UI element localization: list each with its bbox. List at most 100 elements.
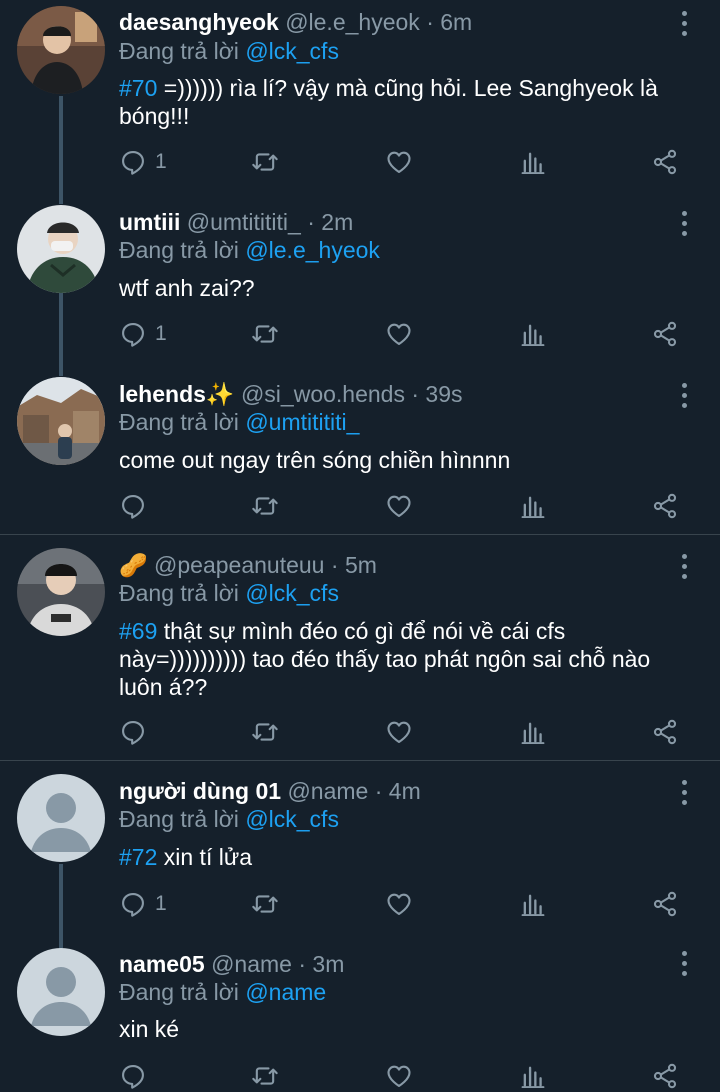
reply-mention-link[interactable]: @lck_cfs	[245, 580, 339, 606]
avatar[interactable]	[17, 948, 105, 1036]
reply-thread-feed: daesanghyeok @le.e_hyeok · 6m Đang trả l…	[0, 0, 720, 1092]
avatar[interactable]	[17, 6, 105, 94]
tweet-text: #69 thật sự mình đéo có gì để nói về cái…	[119, 617, 689, 701]
reply-button[interactable]	[119, 490, 155, 522]
tweet[interactable]: lehends✨ @si_woo.hends · 39s Đang trả lờ…	[0, 360, 720, 534]
reply-mention-link[interactable]: @le.e_hyeok	[245, 237, 380, 263]
share-button[interactable]	[651, 490, 679, 522]
action-bar	[119, 716, 699, 748]
share-button[interactable]	[651, 318, 679, 350]
more-options-icon[interactable]	[674, 5, 694, 41]
reply-mention-link[interactable]: @umtitititi_	[245, 409, 359, 435]
action-bar: 1	[119, 146, 699, 178]
retweet-button[interactable]	[251, 146, 279, 178]
share-button[interactable]	[651, 716, 679, 748]
thread-line	[59, 188, 63, 204]
more-options-icon[interactable]	[674, 377, 694, 413]
like-button[interactable]	[385, 318, 413, 350]
like-button[interactable]	[385, 146, 413, 178]
tweet[interactable]: người dùng 01 @name · 4m Đang trả lời @l…	[0, 761, 720, 933]
share-button[interactable]	[651, 1060, 679, 1092]
timestamp[interactable]: 3m	[312, 951, 344, 977]
display-name[interactable]: name05	[119, 951, 205, 977]
separator-dot: ·	[307, 209, 315, 235]
reply-prefix: Đang trả lời	[119, 38, 239, 64]
user-handle[interactable]: @le.e_hyeok	[285, 9, 420, 35]
avatar[interactable]	[17, 774, 105, 862]
reply-icon	[119, 148, 147, 176]
tweet[interactable]: daesanghyeok @le.e_hyeok · 6m Đang trả l…	[0, 0, 720, 188]
stats-button[interactable]	[519, 888, 547, 920]
stats-icon	[519, 718, 547, 746]
reply-button[interactable]: 1	[119, 146, 167, 178]
timestamp[interactable]: 4m	[389, 778, 421, 804]
retweet-icon	[251, 1062, 279, 1090]
display-name[interactable]: lehends	[119, 381, 206, 407]
user-handle[interactable]: @si_woo.hends	[241, 381, 405, 407]
tweet[interactable]: umtiii @umtitititi_ · 2m Đang trả lời @l…	[0, 188, 720, 360]
like-button[interactable]	[385, 888, 413, 920]
tweet-text: come out ngay trên sóng chiền hìnnnn	[119, 446, 689, 474]
more-options-icon[interactable]	[674, 205, 694, 241]
reply-mention-link[interactable]: @lck_cfs	[245, 38, 339, 64]
replying-to: Đang trả lời @lck_cfs	[119, 35, 339, 67]
reply-count: 1	[155, 150, 167, 173]
share-button[interactable]	[651, 888, 679, 920]
user-handle[interactable]: @peapeanuteuu	[154, 552, 324, 578]
reply-button[interactable]: 1	[119, 888, 167, 920]
hashtag-link[interactable]: #72	[119, 844, 157, 870]
stats-button[interactable]	[519, 318, 547, 350]
user-handle[interactable]: @name	[287, 778, 368, 804]
replying-to: Đang trả lời @lck_cfs	[119, 803, 339, 835]
reply-button[interactable]: 1	[119, 318, 167, 350]
tweet-header: daesanghyeok @le.e_hyeok · 6m	[119, 6, 660, 38]
retweet-icon	[251, 148, 279, 176]
hashtag-link[interactable]: #69	[119, 618, 157, 644]
display-name[interactable]: người dùng 01	[119, 778, 281, 804]
retweet-button[interactable]	[251, 888, 279, 920]
stats-button[interactable]	[519, 716, 547, 748]
reply-mention-link[interactable]: @name	[245, 979, 326, 1005]
avatar[interactable]	[17, 205, 105, 293]
reply-prefix: Đang trả lời	[119, 580, 239, 606]
stats-button[interactable]	[519, 146, 547, 178]
timestamp[interactable]: 2m	[321, 209, 353, 235]
stats-button[interactable]	[519, 1060, 547, 1092]
sparkles-icon: ✨	[205, 381, 235, 407]
like-button[interactable]	[385, 716, 413, 748]
user-handle[interactable]: @umtitititi_	[187, 209, 301, 235]
avatar[interactable]	[17, 548, 105, 636]
avatar[interactable]	[17, 377, 105, 465]
display-name[interactable]: umtiii	[119, 209, 180, 235]
reply-icon	[119, 1062, 147, 1090]
display-name[interactable]: daesanghyeok	[119, 9, 279, 35]
tweet[interactable]: name05 @name · 3m Đang trả lời @name xin…	[0, 933, 720, 1092]
separator-dot: ·	[411, 381, 420, 407]
retweet-button[interactable]	[251, 490, 279, 522]
timestamp[interactable]: 5m	[345, 552, 377, 578]
retweet-button[interactable]	[251, 716, 279, 748]
timestamp[interactable]: 39s	[425, 381, 462, 407]
reply-button[interactable]	[119, 716, 155, 748]
share-button[interactable]	[651, 146, 679, 178]
timestamp[interactable]: 6m	[440, 9, 472, 35]
action-bar: 1	[119, 888, 699, 920]
replying-to: Đang trả lời @lck_cfs	[119, 577, 339, 609]
tweet[interactable]: 🥜 @peapeanuteuu · 5m Đang trả lời @lck_c…	[0, 535, 720, 760]
more-options-icon[interactable]	[674, 774, 694, 810]
hashtag-link[interactable]: #70	[119, 75, 157, 101]
like-button[interactable]	[385, 490, 413, 522]
default-avatar-icon	[17, 774, 105, 862]
more-options-icon[interactable]	[674, 945, 694, 981]
reply-mention-link[interactable]: @lck_cfs	[245, 806, 339, 832]
like-button[interactable]	[385, 1060, 413, 1092]
user-handle[interactable]: @name	[211, 951, 292, 977]
more-options-icon[interactable]	[674, 548, 694, 584]
thread-line	[59, 864, 63, 933]
retweet-button[interactable]	[251, 318, 279, 350]
thread-line	[59, 933, 63, 949]
stats-button[interactable]	[519, 490, 547, 522]
retweet-button[interactable]	[251, 1060, 279, 1092]
reply-button[interactable]	[119, 1060, 155, 1092]
share-icon	[651, 492, 679, 520]
